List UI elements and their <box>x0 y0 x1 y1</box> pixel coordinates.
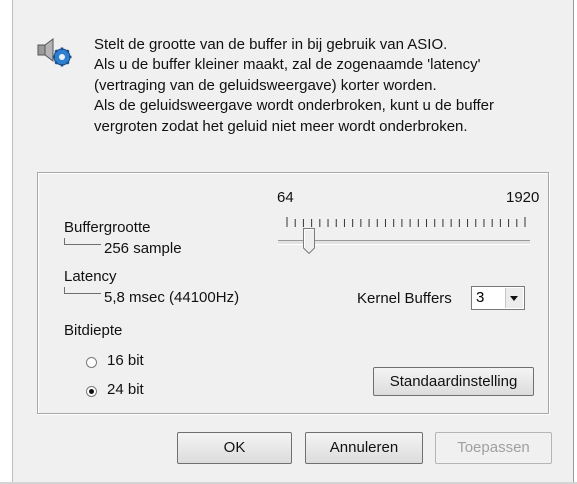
chevron-down-icon <box>510 296 518 301</box>
slider-max-label: 1920 <box>506 189 540 206</box>
ok-button[interactable]: OK <box>177 432 292 464</box>
buffer-size-value: 256 sample <box>104 240 182 257</box>
radio-16-bit-label[interactable]: 16 bit <box>107 352 144 370</box>
bitdepth-label: Bitdiepte <box>64 322 123 339</box>
buffer-size-slider-thumb[interactable] <box>303 228 315 254</box>
description-line: (vertraging van de geluidsweergave) kort… <box>94 77 437 94</box>
radio-24-bit[interactable] <box>86 386 97 397</box>
kernel-buffers-label: Kernel Buffers <box>357 290 452 307</box>
latency-value: 5,8 msec (44100Hz) <box>104 289 240 306</box>
radio-16-bit[interactable] <box>86 357 97 368</box>
radio-24-bit-label[interactable]: 24 bit <box>107 381 144 399</box>
description-line: vergroten zodat het geluid niet meer wor… <box>94 118 468 135</box>
apply-button[interactable]: Toepassen <box>435 432 552 464</box>
kernel-buffers-value: 3 <box>476 289 485 306</box>
kernel-buffers-dropdown-button[interactable] <box>505 288 523 308</box>
slider-ticks <box>286 217 526 227</box>
latency-bracket <box>64 287 101 294</box>
description-line: Als u de buffer kleiner maakt, zal de zo… <box>94 56 481 73</box>
cancel-button[interactable]: Annuleren <box>305 432 423 464</box>
description-line: Stelt de grootte van de buffer in bij ge… <box>94 36 448 53</box>
buffer-size-label: Buffergrootte <box>64 219 151 236</box>
defaults-button[interactable]: Standaardinstelling <box>373 367 534 396</box>
kernel-buffers-select[interactable]: 3 <box>471 286 525 310</box>
radio-selected-dot <box>89 389 94 394</box>
latency-label: Latency <box>64 268 117 285</box>
speaker-settings-icon <box>37 38 72 67</box>
buffer-size-slider[interactable] <box>278 240 530 245</box>
buffer-size-bracket <box>64 238 101 245</box>
slider-min-label: 64 <box>277 189 294 206</box>
description-line: Als de geluidsweergave wordt onderbroken… <box>94 97 494 114</box>
